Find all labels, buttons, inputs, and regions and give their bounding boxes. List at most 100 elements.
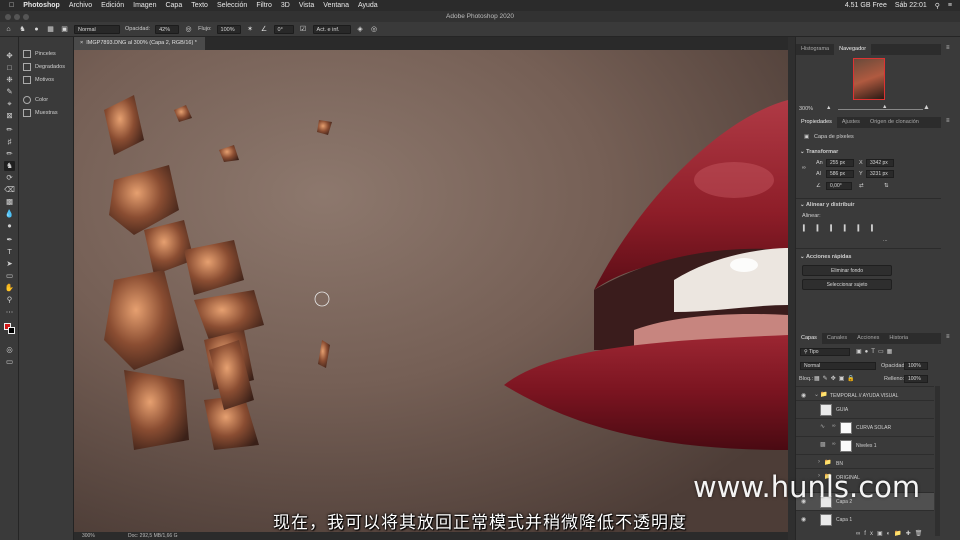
tab-histograma[interactable]: Histograma (796, 44, 834, 55)
doc-size-readout[interactable]: Doc: 292,5 MB/1,66 G (128, 532, 177, 540)
type-tool-icon[interactable]: T (4, 247, 15, 257)
menu-capa[interactable]: Capa (165, 2, 182, 9)
pen-tool-icon[interactable]: ✒ (4, 235, 15, 245)
fill-input[interactable]: 100% (904, 375, 928, 383)
pressure-opacity-icon[interactable]: ◎ (184, 25, 193, 34)
tab-canales[interactable]: Canales (822, 333, 852, 344)
home-icon[interactable]: ⌂ (4, 25, 13, 34)
layer-blend-mode-select[interactable]: Normal (800, 362, 876, 370)
document-tab[interactable]: × IMGP7893.DNG al 300% (Capa 2, RGB/16) … (74, 37, 205, 50)
brush-settings-icon[interactable]: ▦ (46, 25, 55, 34)
angle-input[interactable]: 0° (273, 24, 294, 34)
visibility-eye-icon[interactable]: ◉ (801, 516, 808, 523)
visibility-eye-icon[interactable]: ◉ (801, 392, 808, 399)
layer-row[interactable]: ∿ ∞ CURVA SOLAR (796, 418, 934, 436)
hand-tool-icon[interactable]: ✋ (4, 283, 15, 293)
tab-ajustes[interactable]: Ajustes (837, 117, 865, 128)
zoom-slider-track[interactable] (838, 109, 923, 110)
apple-icon[interactable]:  (9, 2, 14, 9)
menu-ayuda[interactable]: Ayuda (358, 2, 378, 9)
align-header[interactable]: ⌄ Alinear y distribuir (800, 202, 855, 208)
align-buttons-icon[interactable]: ▍▍▍▍▍▍ (803, 225, 885, 232)
layer-row[interactable]: GUIA (796, 400, 934, 418)
menu-vista[interactable]: Vista (299, 2, 314, 9)
strip-item-muestras[interactable]: Muestras (23, 107, 58, 119)
tab-propiedades[interactable]: Propiedades (796, 117, 837, 128)
opacity-input[interactable]: 42% (155, 24, 180, 34)
menu-list-icon[interactable]: ≡ (948, 2, 952, 9)
zoom-slider-thumb[interactable]: ▲ (882, 104, 887, 110)
quick-actions-header[interactable]: ⌄ Acciones rápidas (800, 254, 851, 260)
group-expand-icon[interactable]: ⌄ (814, 391, 819, 398)
menu-texto[interactable]: Texto (191, 2, 208, 9)
flow-input[interactable]: 100% (216, 24, 241, 34)
strip-item-pinceles[interactable]: Pinceles (23, 48, 56, 60)
lock-icons[interactable]: ▦✎✥▣🔒 (814, 375, 858, 382)
tab-origen-clonacion[interactable]: Origen de clonación (865, 117, 924, 128)
properties-menu-icon[interactable]: ≡ (946, 118, 950, 124)
background-color-swatch[interactable] (8, 327, 15, 334)
canvas-vertical-scrollbar[interactable] (788, 37, 795, 540)
minimize-window-icon[interactable] (14, 14, 20, 20)
gradient-tool-icon[interactable]: ▩ (4, 197, 15, 207)
navigator-zoom[interactable]: 300% (799, 106, 813, 112)
menu-app-name[interactable]: Photoshop (23, 2, 60, 9)
align-more-button[interactable]: ... (883, 237, 888, 243)
ignore-adjust-icon[interactable]: ◈ (356, 25, 365, 34)
remove-background-button[interactable]: Eliminar fondo (802, 265, 892, 276)
angle-input-props[interactable]: 0,00° (826, 182, 852, 190)
shape-tool-icon[interactable]: ▭ (4, 271, 15, 281)
zoom-readout[interactable]: 300% (82, 532, 95, 540)
blur-tool-icon[interactable]: 💧 (4, 209, 15, 219)
layer-footer-icons[interactable]: ∞fx▣◐📁✚🗑 (856, 530, 926, 537)
clone-stamp-tool-icon[interactable]: ♞ (18, 25, 27, 34)
flip-vertical-icon[interactable]: ⇅ (884, 183, 889, 189)
pressure-size-icon[interactable]: ◎ (370, 25, 379, 34)
transform-header[interactable]: ⌄ Transformar (800, 149, 838, 155)
navigator-thumbnail[interactable] (853, 58, 885, 100)
move-tool-icon[interactable]: ✥ (4, 51, 15, 61)
flip-horizontal-icon[interactable]: ⇄ (859, 183, 864, 189)
lasso-tool-icon[interactable]: ❉ (4, 75, 15, 85)
strip-item-color[interactable]: Color (23, 94, 48, 106)
menu-archivo[interactable]: Archivo (69, 2, 92, 9)
select-subject-button[interactable]: Seleccionar sujeto (802, 279, 892, 290)
airbrush-icon[interactable]: ✶ (246, 25, 255, 34)
height-input[interactable]: 586 px (826, 170, 854, 178)
layer-filter-select[interactable]: ⚲ Tipo (800, 348, 850, 356)
width-input[interactable]: 255 px (826, 159, 854, 167)
close-window-icon[interactable] (5, 14, 11, 20)
healing-brush-tool-icon[interactable]: ♯ (4, 137, 15, 147)
history-brush-tool-icon[interactable]: ⟳ (4, 173, 15, 183)
layer-row[interactable]: ◉ Capa 1 (796, 510, 934, 528)
close-tab-icon[interactable]: × (80, 40, 83, 46)
x-input[interactable]: 3342 px (866, 159, 894, 167)
filter-icons[interactable]: ▣●T▭▦ (856, 348, 895, 355)
quick-mask-icon[interactable]: ◎ (4, 345, 15, 355)
blend-mode-select[interactable]: Normal (74, 24, 120, 34)
tab-acciones[interactable]: Acciones (852, 333, 884, 344)
menu-3d[interactable]: 3D (281, 2, 290, 9)
search-icon[interactable]: ⚲ (935, 2, 940, 10)
panel-menu-icon[interactable]: ≡ (946, 45, 950, 51)
eraser-tool-icon[interactable]: ⌫ (4, 185, 15, 195)
path-select-tool-icon[interactable]: ➤ (4, 259, 15, 269)
brush-preset-icon[interactable]: ● (32, 25, 41, 34)
layer-opacity-input[interactable]: 100% (904, 362, 928, 370)
clone-source-icon[interactable]: ▣ (60, 25, 69, 34)
clone-stamp-tool-button[interactable]: ♞ (4, 161, 15, 171)
group-collapse-icon[interactable]: › (818, 459, 820, 465)
tab-historia[interactable]: Historia (884, 333, 913, 344)
layers-scrollbar[interactable] (935, 386, 940, 536)
quick-select-tool-icon[interactable]: ✎ (4, 87, 15, 97)
more-tools-icon[interactable]: ⋯ (4, 307, 15, 317)
zoom-in-icon[interactable]: ▲ (923, 104, 930, 111)
y-input[interactable]: 3231 px (866, 170, 894, 178)
strip-item-degradados[interactable]: Degradados (23, 61, 65, 73)
tab-capas[interactable]: Capas (796, 333, 822, 344)
zoom-tool-icon[interactable]: ⚲ (4, 295, 15, 305)
menu-edicion[interactable]: Edición (101, 2, 124, 9)
menu-ventana[interactable]: Ventana (323, 2, 349, 9)
brush-tool-icon[interactable]: ✏ (4, 149, 15, 159)
layer-row[interactable]: ▩ ∞ Niveles 1 (796, 436, 934, 454)
